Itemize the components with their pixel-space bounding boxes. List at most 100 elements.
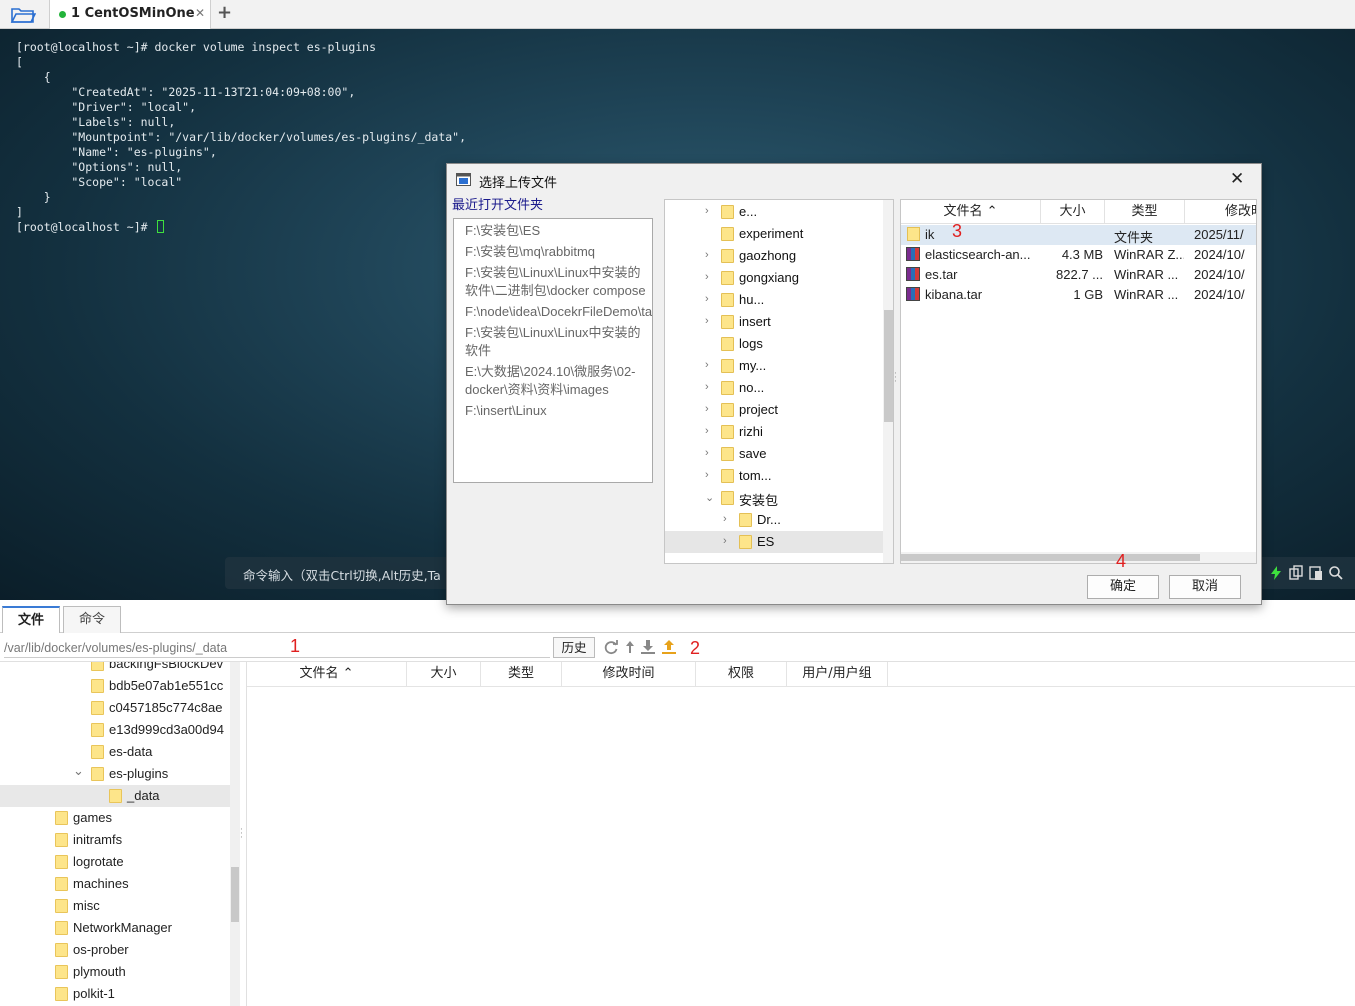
- file-list-column-header[interactable]: 大小: [1041, 200, 1105, 224]
- tree-item[interactable]: polkit-1: [0, 983, 230, 1005]
- open-folder-icon[interactable]: [10, 5, 36, 24]
- folder-tree-item[interactable]: › hu...: [665, 289, 883, 311]
- dialog-window-icon: [456, 173, 471, 186]
- folder-tree-item[interactable]: › project: [665, 399, 883, 421]
- tree-item[interactable]: initramfs: [0, 829, 230, 851]
- lightning-icon[interactable]: [1268, 565, 1284, 581]
- tree-item[interactable]: e13d999cd3a00d94: [0, 719, 230, 741]
- column-header[interactable]: 大小: [407, 662, 481, 687]
- tree-item[interactable]: logrotate: [0, 851, 230, 873]
- tab-commands[interactable]: 命令: [63, 606, 121, 633]
- dialog-close-icon[interactable]: ✕: [1230, 169, 1244, 189]
- copy-icon[interactable]: [1288, 565, 1304, 581]
- tree-item[interactable]: bdb5e07ab1e551cc: [0, 675, 230, 697]
- search-icon[interactable]: [1328, 565, 1344, 581]
- folder-tree-item[interactable]: › no...: [665, 377, 883, 399]
- dialog-splitter-handle[interactable]: · · ·: [894, 370, 897, 387]
- expand-chevron-icon[interactable]: ›: [705, 293, 709, 305]
- column-header[interactable]: 修改时间: [562, 662, 696, 687]
- ok-button[interactable]: 确定: [1087, 575, 1159, 599]
- tree-item[interactable]: ⌄ es-plugins: [0, 763, 230, 785]
- recent-folder-item[interactable]: F:\安装包\Linux\Linux中安装的软件: [454, 323, 652, 362]
- folder-tree-item[interactable]: › gongxiang: [665, 267, 883, 289]
- tree-scrollbar-thumb[interactable]: [231, 867, 239, 922]
- close-tab-icon[interactable]: ✕: [195, 6, 205, 20]
- refresh-icon[interactable]: [603, 639, 619, 655]
- folder-tree-item[interactable]: › Dr...: [665, 509, 883, 531]
- cancel-button[interactable]: 取消: [1169, 575, 1241, 599]
- recent-folder-item[interactable]: F:\insert\Linux: [454, 401, 652, 422]
- expand-chevron-icon[interactable]: ›: [705, 469, 709, 481]
- folder-tree-item[interactable]: › insert: [665, 311, 883, 333]
- collapse-chevron-icon[interactable]: ⌄: [705, 491, 714, 504]
- file-list-row[interactable]: elasticsearch-an... 4.3 MB WinRAR Z... 2024…: [901, 245, 1256, 265]
- folder-tree-scrollbar-thumb[interactable]: [884, 310, 893, 422]
- tree-item[interactable]: machines: [0, 873, 230, 895]
- expand-chevron-icon[interactable]: ›: [723, 513, 727, 525]
- command-input-bar[interactable]: 命令输入（双击Ctrl切换,Alt历史,Ta: [225, 557, 450, 589]
- tree-item[interactable]: games: [0, 807, 230, 829]
- tree-item-label: backingFsBlockDev: [109, 662, 224, 671]
- tree-item[interactable]: misc: [0, 895, 230, 917]
- folder-tree-item[interactable]: › gaozhong: [665, 245, 883, 267]
- tree-item[interactable]: _data: [0, 785, 230, 807]
- recent-folder-item[interactable]: F:\安装包\Linux\Linux中安装的软件\二进制包\docker com…: [454, 263, 652, 302]
- file-list-column-header[interactable]: 类型: [1105, 200, 1185, 224]
- history-button[interactable]: 历史: [553, 637, 595, 658]
- folder-tree-item[interactable]: › rizhi: [665, 421, 883, 443]
- folder-tree-scrollbar[interactable]: [883, 200, 893, 563]
- expand-chevron-icon[interactable]: ›: [705, 249, 709, 261]
- session-tab[interactable]: 1 CentOSMinOne ✕: [49, 0, 211, 29]
- expand-chevron-icon[interactable]: ›: [705, 425, 709, 437]
- upload-icon[interactable]: [661, 639, 677, 655]
- folder-tree-item[interactable]: ⌄ 安装包: [665, 487, 883, 509]
- column-header[interactable]: 权限: [696, 662, 787, 687]
- tree-item[interactable]: c0457185c774c8ae: [0, 697, 230, 719]
- column-header[interactable]: 文件名 ⌃: [247, 662, 407, 687]
- tree-item[interactable]: plymouth: [0, 961, 230, 983]
- column-header[interactable]: 用户/用户组: [787, 662, 888, 687]
- path-input[interactable]: [4, 638, 550, 658]
- expand-chevron-icon[interactable]: ›: [705, 271, 709, 283]
- file-list-row[interactable]: es.tar 822.7 ... WinRAR ... 2024/10/: [901, 265, 1256, 285]
- folder-tree-item[interactable]: › save: [665, 443, 883, 465]
- folder-icon: [721, 205, 734, 219]
- expand-chevron-icon[interactable]: ›: [705, 359, 709, 371]
- folder-tree-item[interactable]: › e...: [665, 201, 883, 223]
- folder-tree-item[interactable]: experiment: [665, 223, 883, 245]
- tab-files[interactable]: 文件: [2, 606, 60, 633]
- winrar-archive-icon: [906, 267, 920, 281]
- expand-chevron-icon[interactable]: ›: [705, 315, 709, 327]
- file-list-row[interactable]: kibana.tar 1 GB WinRAR ... 2024/10/: [901, 285, 1256, 305]
- folder-tree-item[interactable]: logs: [665, 333, 883, 355]
- recent-folder-item[interactable]: E:\大数据\2024.10\微服务\02-docker\资料\资料\image…: [454, 362, 652, 401]
- tree-scrollbar[interactable]: [230, 662, 240, 1006]
- column-header[interactable]: 类型: [481, 662, 562, 687]
- file-list-hscrollbar[interactable]: [901, 552, 1256, 563]
- expand-chevron-icon[interactable]: ›: [705, 447, 709, 459]
- file-list-hscrollbar-thumb[interactable]: [901, 554, 1200, 561]
- recent-folder-item[interactable]: F:\node\idea\DocekrFileDemo\target: [454, 302, 652, 323]
- recent-folder-item[interactable]: F:\安装包\ES: [454, 221, 652, 242]
- recent-folder-item[interactable]: F:\安装包\mq\rabbitmq: [454, 242, 652, 263]
- file-list-column-header[interactable]: 文件名 ⌃: [901, 200, 1041, 224]
- file-table-header: 文件名 ⌃ 大小 类型 修改时间 权限 用户/用户组: [247, 662, 1355, 687]
- expand-chevron-icon[interactable]: ›: [723, 535, 727, 547]
- expand-chevron-icon[interactable]: ⌄: [73, 763, 84, 779]
- download-icon[interactable]: [640, 639, 656, 655]
- paste-icon[interactable]: [1308, 565, 1324, 581]
- tree-item[interactable]: backingFsBlockDev: [0, 662, 230, 675]
- expand-chevron-icon[interactable]: ›: [705, 381, 709, 393]
- tree-item[interactable]: os-prober: [0, 939, 230, 961]
- expand-chevron-icon[interactable]: ›: [705, 403, 709, 415]
- tree-item[interactable]: es-data: [0, 741, 230, 763]
- go-up-icon[interactable]: [622, 639, 638, 655]
- folder-tree-item[interactable]: › tom...: [665, 465, 883, 487]
- tree-item[interactable]: NetworkManager: [0, 917, 230, 939]
- file-list-column-header[interactable]: 修改时: [1185, 200, 1256, 224]
- folder-tree-item[interactable]: › my...: [665, 355, 883, 377]
- add-tab-icon[interactable]: +: [217, 2, 232, 23]
- splitter-handle[interactable]: · · ·: [240, 826, 243, 843]
- expand-chevron-icon[interactable]: ›: [705, 205, 709, 217]
- folder-tree-item[interactable]: › ES: [665, 531, 883, 553]
